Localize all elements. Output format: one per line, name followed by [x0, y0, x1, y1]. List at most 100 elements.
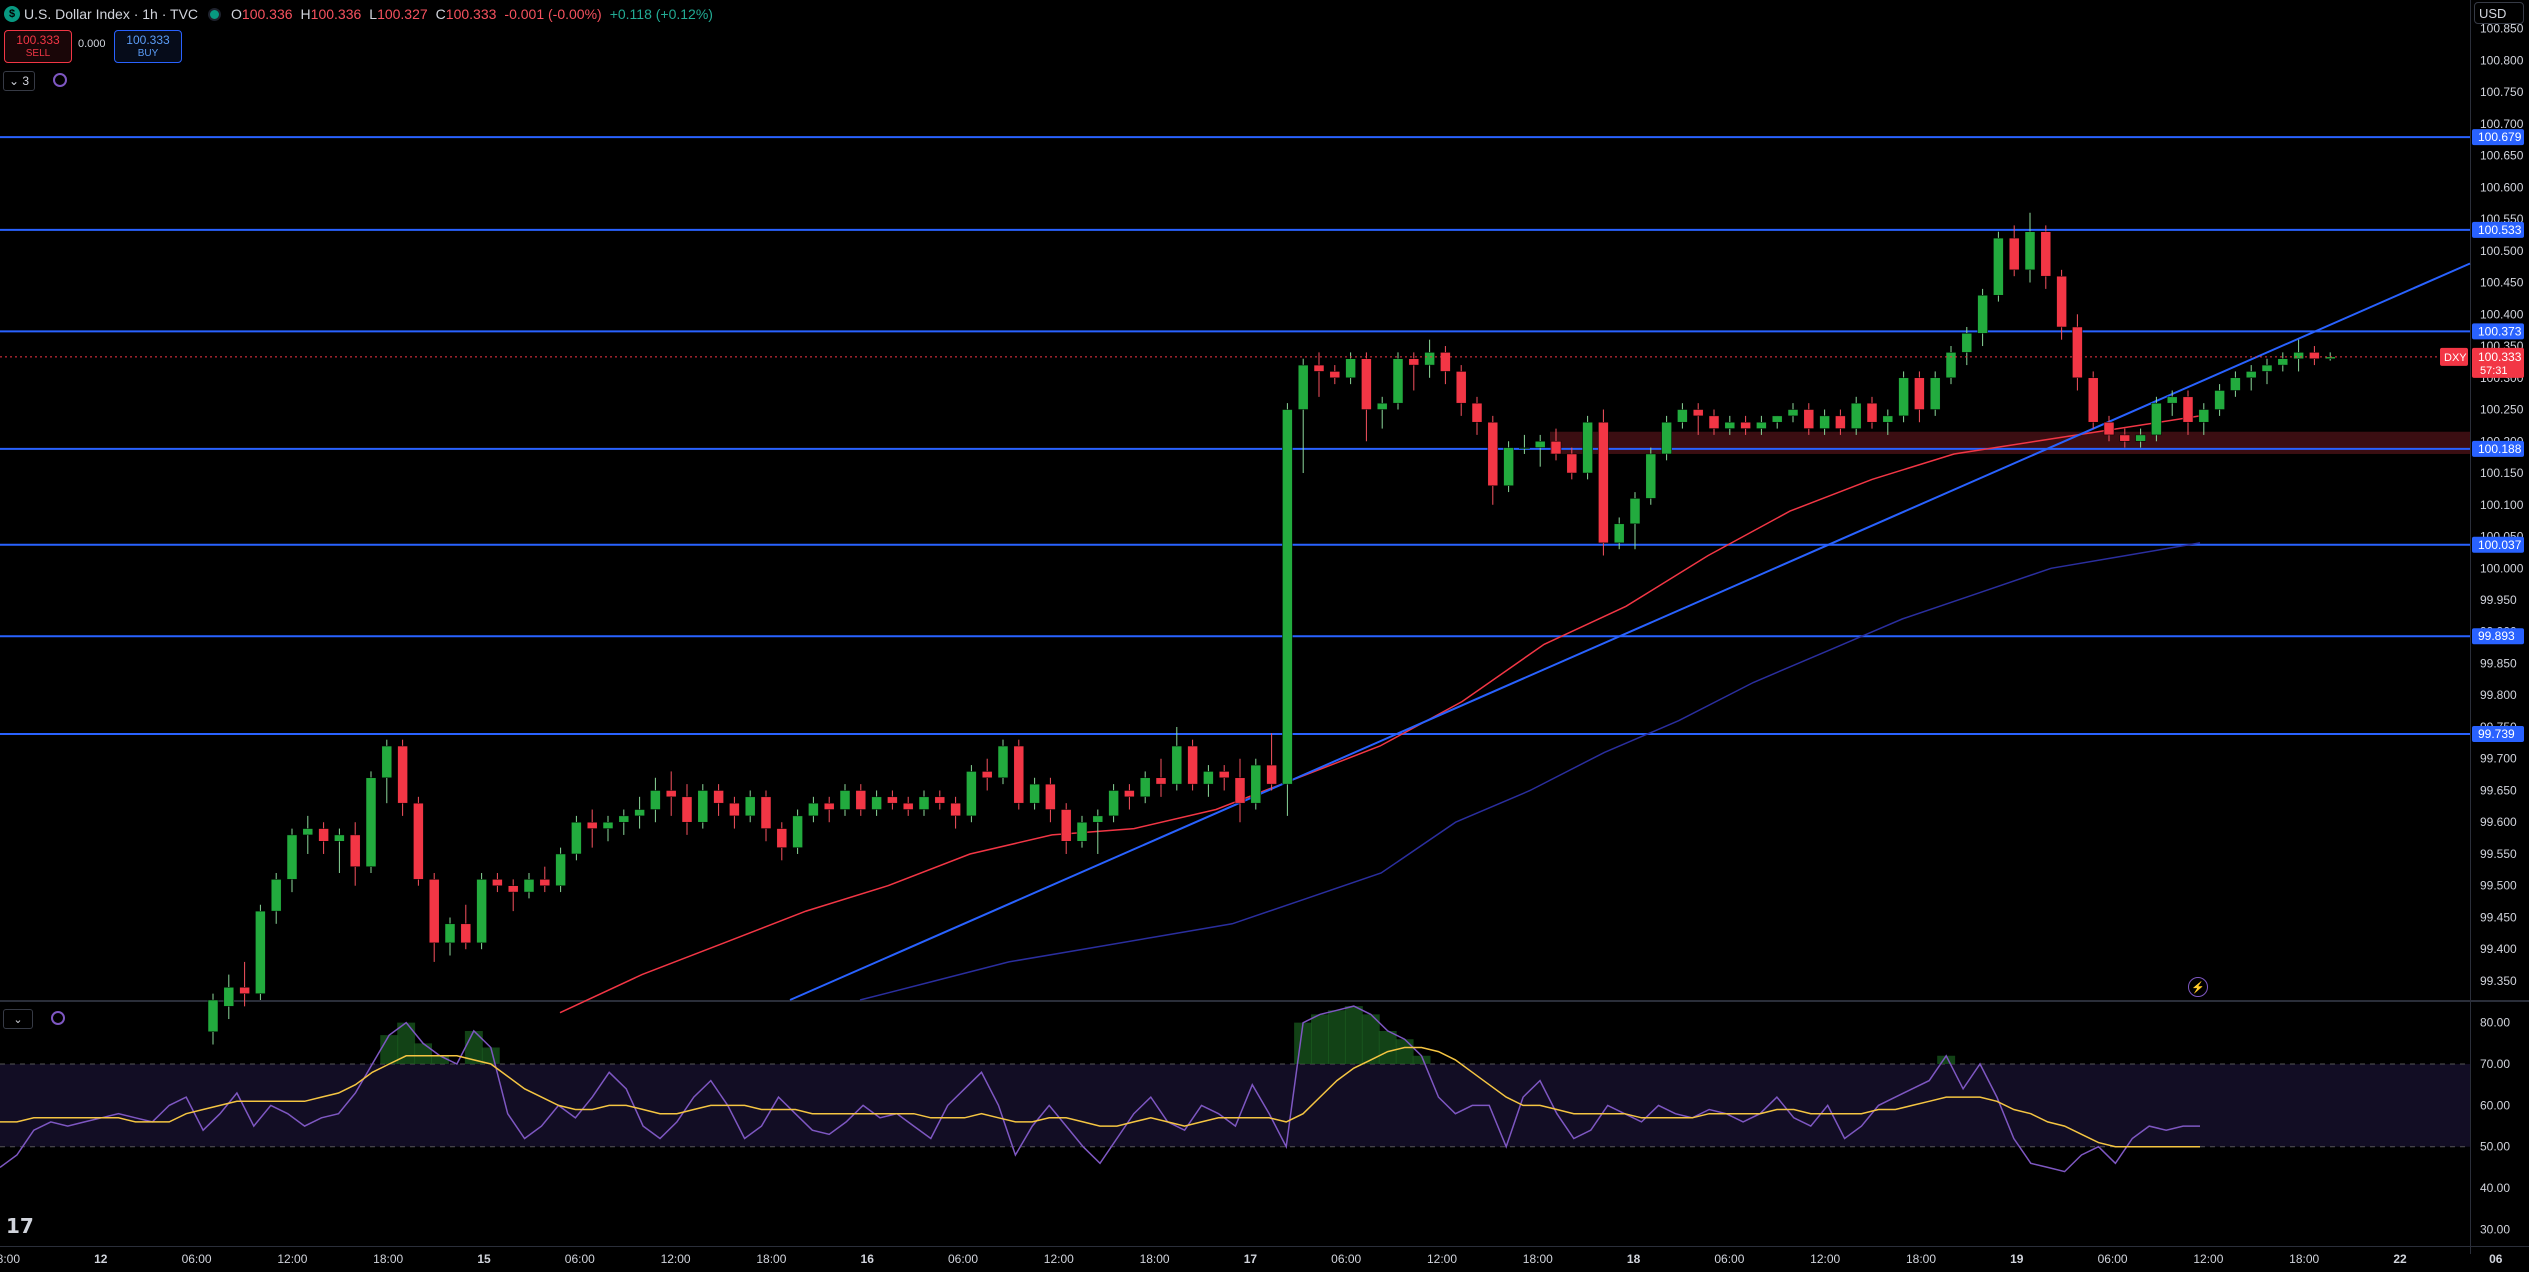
candle-body	[2166, 396, 2178, 404]
candle-body	[1218, 771, 1230, 779]
candle-body	[713, 790, 724, 804]
price-axis-border	[2470, 0, 2471, 1254]
indicators-collapse-button[interactable]: ⌄ 3	[3, 71, 35, 91]
time-tick-label: 18:00	[756, 1252, 786, 1266]
price-tick-label: 100.500	[2480, 244, 2524, 258]
candle-body	[1835, 415, 1846, 429]
candle-body	[1187, 745, 1198, 785]
symbol-title[interactable]: U.S. Dollar Index · 1h · TVC	[24, 6, 198, 22]
candle-body	[1882, 415, 1894, 423]
candle-body	[2214, 390, 2225, 410]
currency-selector[interactable]: USD	[2474, 2, 2524, 24]
candle-body	[381, 745, 393, 779]
candle-body	[2087, 377, 2099, 423]
candle-body	[744, 796, 756, 817]
time-axis[interactable]: 18:00 12 06:00 12:00 18:00 15 06:00 12:00 18:00 1…	[0, 1252, 2503, 1266]
lightning-icon[interactable]: ⚡	[2188, 977, 2208, 997]
candle-body	[2056, 275, 2067, 328]
candle-body	[1898, 377, 1909, 417]
candle-body	[792, 815, 803, 848]
candle-body	[776, 828, 788, 848]
candle-body	[1471, 402, 1483, 423]
buy-button[interactable]: 100.333 BUY	[114, 30, 182, 63]
time-tick-label: 12:00	[2193, 1252, 2223, 1266]
level-label: 100.037	[2478, 538, 2522, 552]
sell-button[interactable]: 100.333 SELL	[4, 30, 72, 63]
candle-body	[539, 879, 551, 886]
level-label: 100.533	[2478, 223, 2522, 237]
rsi-collapse-button[interactable]: ⌄	[3, 1009, 33, 1029]
candle-body	[1297, 364, 1309, 410]
tradingview-logo-icon[interactable]: 17	[6, 1214, 34, 1238]
candle-body	[2182, 396, 2194, 423]
level-label: 100.373	[2478, 324, 2522, 338]
price-tick-label: 100.800	[2480, 53, 2524, 67]
candle-body	[950, 802, 961, 817]
indicator-settings-icon[interactable]	[53, 73, 67, 87]
rsi-tick-label: 60.00	[2480, 1098, 2510, 1112]
rsi-axis: 80.00 70.00 60.00 50.00 40.00 30.00	[2480, 1016, 2510, 1237]
candle-body	[760, 796, 772, 829]
price-tick-label: 100.150	[2480, 466, 2524, 480]
candle-body	[1376, 402, 1388, 410]
time-tick-label: 18:00	[1906, 1252, 1936, 1266]
sell-label: SELL	[25, 47, 51, 59]
candle-body	[349, 834, 361, 867]
time-tick-label: 06:00	[565, 1252, 595, 1266]
ohlc-open: O100.336	[231, 6, 293, 22]
candle-body	[839, 790, 851, 810]
candle-body	[1487, 421, 1499, 486]
candle-body	[602, 821, 614, 829]
sell-price: 100.333	[16, 32, 60, 47]
candle-body	[1819, 415, 1830, 429]
market-status-icon[interactable]	[208, 7, 222, 21]
candle-body	[650, 790, 661, 810]
candle-body	[286, 834, 298, 880]
candle-body	[1866, 402, 1878, 423]
candle-body	[1740, 421, 1751, 429]
candle-body	[1677, 409, 1688, 423]
price-tick-label: 100.750	[2480, 85, 2524, 99]
candle-body	[255, 910, 266, 994]
symbol-logo-icon[interactable]: $	[4, 6, 20, 22]
chart-canvas[interactable]: 100.850100.800100.750100.700100.650100.6…	[0, 0, 2529, 1272]
candle-body	[2103, 421, 2115, 436]
price-axis[interactable]: 100.850100.800100.750100.700100.650100.6…	[2480, 22, 2524, 988]
time-tick-label: 06:00	[2098, 1252, 2128, 1266]
time-tick-label: 06	[2489, 1252, 2503, 1266]
candle-body	[397, 745, 408, 804]
time-tick-label: 06:00	[1331, 1252, 1361, 1266]
candle-body	[981, 771, 993, 779]
rsi-pane[interactable]	[0, 1005, 2470, 1173]
candlestick-series[interactable]	[207, 212, 2336, 1045]
candle-body	[270, 879, 282, 912]
candle-body	[1519, 447, 1530, 449]
candle-body	[1961, 333, 1973, 353]
candle-body	[476, 879, 487, 944]
candle-body	[1234, 777, 1246, 804]
rsi-tick-label: 70.00	[2480, 1057, 2510, 1071]
candle-body	[1424, 352, 1435, 366]
candle-body	[1929, 377, 1941, 410]
time-tick-label: 12:00	[1044, 1252, 1074, 1266]
candle-body	[871, 796, 882, 810]
time-tick-label: 12:00	[1427, 1252, 1457, 1266]
candle-body	[634, 809, 645, 817]
time-tick-label: 16	[861, 1252, 875, 1266]
rsi-tick-label: 30.00	[2480, 1222, 2510, 1236]
candle-body	[444, 923, 456, 944]
time-tick-label: 12:00	[1810, 1252, 1840, 1266]
price-tick-label: 99.550	[2480, 847, 2517, 861]
candle-body	[1945, 352, 1957, 379]
candle-body	[428, 879, 440, 944]
price-tick-label: 100.650	[2480, 149, 2524, 163]
candle-body	[902, 802, 914, 810]
candle-body	[1455, 371, 1467, 404]
candle-body	[2072, 326, 2083, 379]
ohlc-close: C100.333	[435, 6, 497, 22]
candle-body	[2261, 364, 2273, 372]
price-tick-label: 99.800	[2480, 688, 2517, 702]
rsi-settings-icon[interactable]	[51, 1011, 65, 1025]
candle-body	[1724, 421, 1736, 429]
time-tick-label: 22	[2393, 1252, 2407, 1266]
